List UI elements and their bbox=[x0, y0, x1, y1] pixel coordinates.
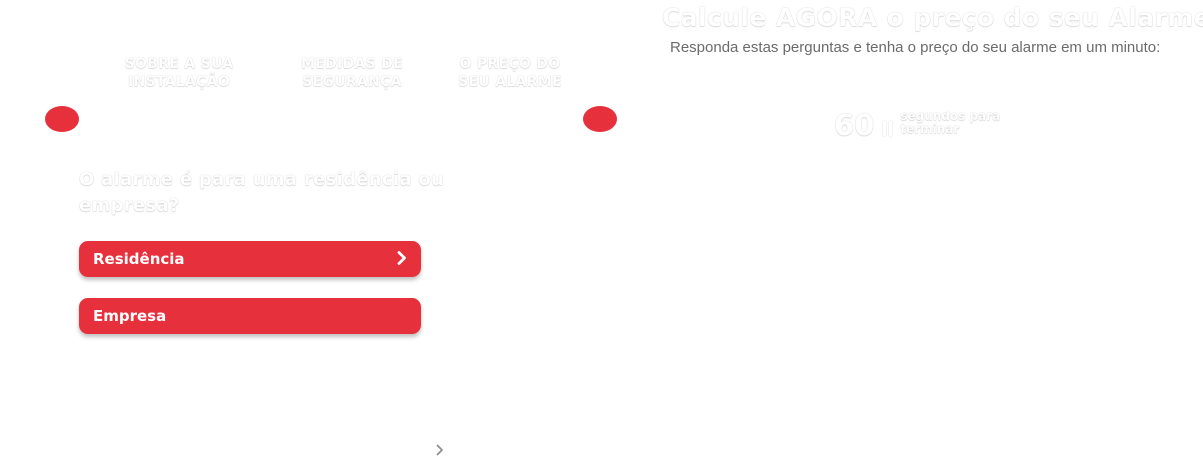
step-security-measures: MEDIDAS DE SEGURANÇA bbox=[282, 55, 422, 91]
question-line2: empresa? bbox=[79, 195, 180, 216]
progress-end-dot bbox=[583, 106, 617, 132]
step-label-line2: INSTALAÇÃO bbox=[127, 74, 231, 90]
question-text: O alarme é para uma residência ou empres… bbox=[79, 167, 459, 219]
quiz-page: SOBRE A SUA INSTALAÇÃO MEDIDAS DE SEGURA… bbox=[0, 0, 1203, 465]
timer-seconds: 60 bbox=[834, 108, 875, 142]
chevron-right-icon bbox=[397, 250, 407, 268]
next-chevron-icon[interactable] bbox=[436, 444, 444, 459]
progress-start-dot bbox=[45, 106, 79, 132]
option-label: Residência bbox=[93, 250, 185, 268]
countdown-timer: 60 segundos para terminar bbox=[834, 108, 1050, 142]
step-label-line1: O PREÇO DO bbox=[459, 56, 561, 72]
option-label: Empresa bbox=[93, 307, 167, 325]
step-label-line1: SOBRE A SUA bbox=[124, 56, 234, 72]
option-empresa-button[interactable]: Empresa bbox=[79, 298, 421, 334]
page-title: Calcule AGORA o preço do seu Alarme bbox=[662, 3, 1203, 32]
question-line1: O alarme é para uma residência ou bbox=[79, 169, 445, 190]
step-label-line2: SEU ALARME bbox=[458, 74, 562, 90]
pause-icon[interactable] bbox=[883, 120, 893, 136]
option-residencia-button[interactable]: Residência bbox=[79, 241, 421, 277]
page-subtitle: Responda estas perguntas e tenha o preço… bbox=[670, 39, 1161, 56]
step-alarm-price: O PREÇO DO SEU ALARME bbox=[440, 55, 580, 91]
step-label-line1: MEDIDAS DE bbox=[301, 56, 403, 72]
timer-label: segundos para terminar bbox=[900, 110, 1050, 136]
step-about-installation: SOBRE A SUA INSTALAÇÃO bbox=[104, 55, 254, 91]
timer-label-line2: terminar bbox=[900, 122, 960, 136]
step-label-line2: SEGURANÇA bbox=[302, 74, 402, 90]
